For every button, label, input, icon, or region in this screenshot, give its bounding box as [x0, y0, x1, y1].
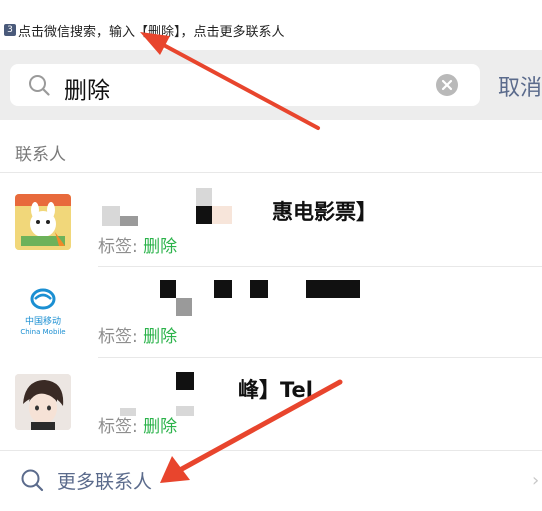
- cartoon-avatar-icon: [15, 194, 71, 250]
- tag-prefix: 标签:: [98, 327, 144, 347]
- more-contacts-label: 更多联系人: [57, 471, 153, 493]
- cancel-button[interactable]: 取消: [498, 70, 542, 102]
- tag-prefix: 标签:: [98, 417, 144, 437]
- row-divider: [0, 450, 542, 451]
- redaction-mosaic: [196, 188, 212, 206]
- contact-row[interactable]: 峰】Tel 标签: 删除: [0, 360, 542, 448]
- instruction-caption: 3 点击微信搜索，输入【删除】，点击更多联系人: [4, 20, 285, 40]
- search-query: 删除: [64, 78, 110, 104]
- redaction-mosaic: [176, 298, 192, 316]
- step-number-badge: 3: [4, 24, 16, 36]
- redaction-mosaic: [102, 206, 120, 226]
- search-input[interactable]: 删除: [10, 64, 480, 106]
- redaction-mosaic: [212, 206, 232, 224]
- contact-avatar-cartoon: [15, 194, 71, 250]
- redaction-mosaic: [196, 206, 212, 224]
- contact-avatar-anime: [15, 374, 71, 430]
- redaction-mosaic: [176, 372, 194, 390]
- contact-avatar-china-mobile: 中国移动 China Mobile: [15, 284, 71, 340]
- redaction-mosaic: [160, 280, 176, 298]
- redaction-mosaic: [120, 216, 138, 226]
- contact-tag: 标签: 删除: [98, 412, 177, 437]
- tag-highlight: 删除: [143, 327, 178, 347]
- chevron-right-icon: ›: [532, 470, 540, 491]
- redaction-mosaic: [214, 280, 232, 298]
- contact-name-fragment: 惠电影票】: [272, 200, 377, 224]
- search-icon: [21, 469, 44, 492]
- tag-highlight: 删除: [143, 417, 178, 437]
- redaction-mosaic: [250, 280, 268, 298]
- contact-row[interactable]: 惠电影票】 标签: 删除: [0, 176, 542, 264]
- close-icon: [441, 79, 453, 91]
- tag-prefix: 标签:: [98, 237, 144, 257]
- section-divider: [0, 172, 542, 173]
- contact-tag: 标签: 删除: [98, 232, 177, 257]
- search-icon: [29, 75, 50, 96]
- china-mobile-logo-icon: 中国移动 China Mobile: [20, 288, 66, 336]
- redaction-mosaic: [306, 280, 360, 298]
- row-divider: [98, 266, 542, 267]
- contact-row[interactable]: 中国移动 China Mobile 标签: 删除: [0, 268, 542, 356]
- redaction-mosaic: [176, 406, 194, 416]
- avatar-text-en: China Mobile: [20, 328, 65, 336]
- contact-name-fragment: 峰】Tel: [238, 378, 313, 402]
- avatar-text-cn: 中国移动: [25, 315, 61, 327]
- more-contacts-button[interactable]: 更多联系人 ›: [0, 452, 542, 511]
- contact-tag: 标签: 删除: [98, 322, 177, 347]
- clear-search-button[interactable]: [436, 74, 458, 96]
- section-label-contacts: 联系人: [15, 145, 66, 165]
- row-divider: [98, 357, 542, 358]
- tag-highlight: 删除: [143, 237, 178, 257]
- instruction-text: 点击微信搜索，输入【删除】，点击更多联系人: [18, 24, 285, 40]
- anime-avatar-icon: [15, 374, 71, 430]
